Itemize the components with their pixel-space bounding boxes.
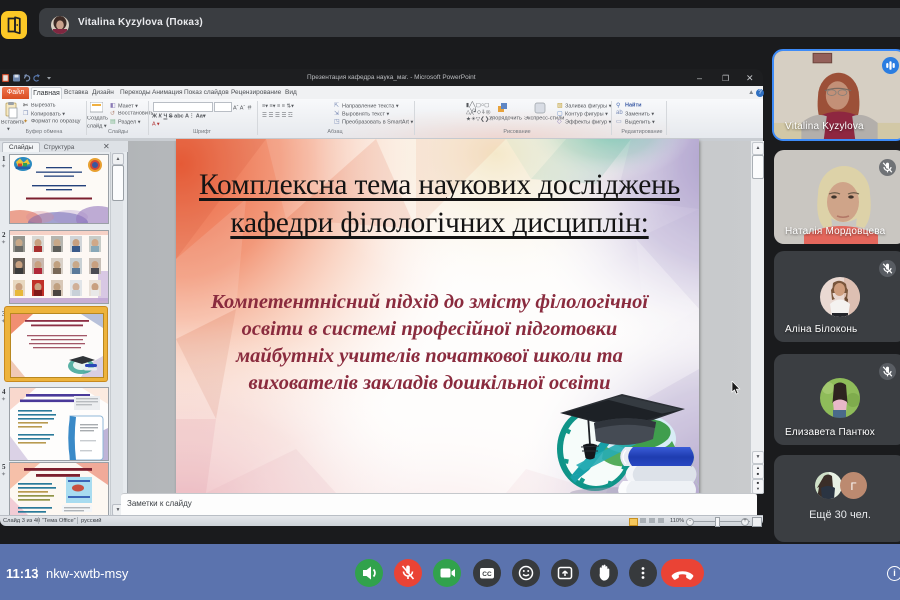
svg-text:Г: Г (851, 481, 857, 493)
svg-text:CC: CC (482, 571, 492, 578)
